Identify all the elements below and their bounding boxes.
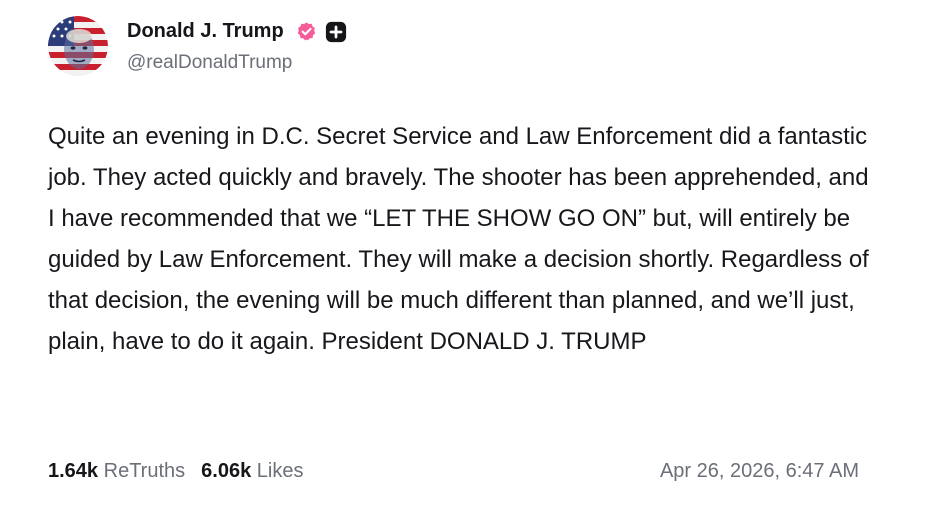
retruths-stat[interactable]: 1.64k ReTruths [48, 460, 185, 482]
plus-badge-icon [325, 21, 347, 43]
verified-badge-icon [297, 22, 316, 41]
post-card: Donald J. Trump @realDonaldTrump Quite a… [0, 0, 925, 529]
user-handle[interactable]: @realDonaldTrump [127, 52, 292, 74]
avatar-image [48, 16, 108, 76]
post-timestamp[interactable]: Apr 26, 2026, 6:47 AM [660, 460, 859, 483]
avatar[interactable] [48, 16, 108, 76]
likes-count: 6.06k [201, 460, 252, 482]
likes-label: Likes [256, 460, 304, 482]
display-name[interactable]: Donald J. Trump [127, 20, 284, 43]
post-stats: 1.64k ReTruths 6.06k Likes [48, 460, 303, 483]
retruths-label: ReTruths [103, 460, 186, 482]
likes-stat[interactable]: 6.06k Likes [201, 460, 303, 482]
post-body-text: Quite an evening in D.C. Secret Service … [48, 123, 869, 355]
retruths-count: 1.64k [48, 460, 99, 482]
